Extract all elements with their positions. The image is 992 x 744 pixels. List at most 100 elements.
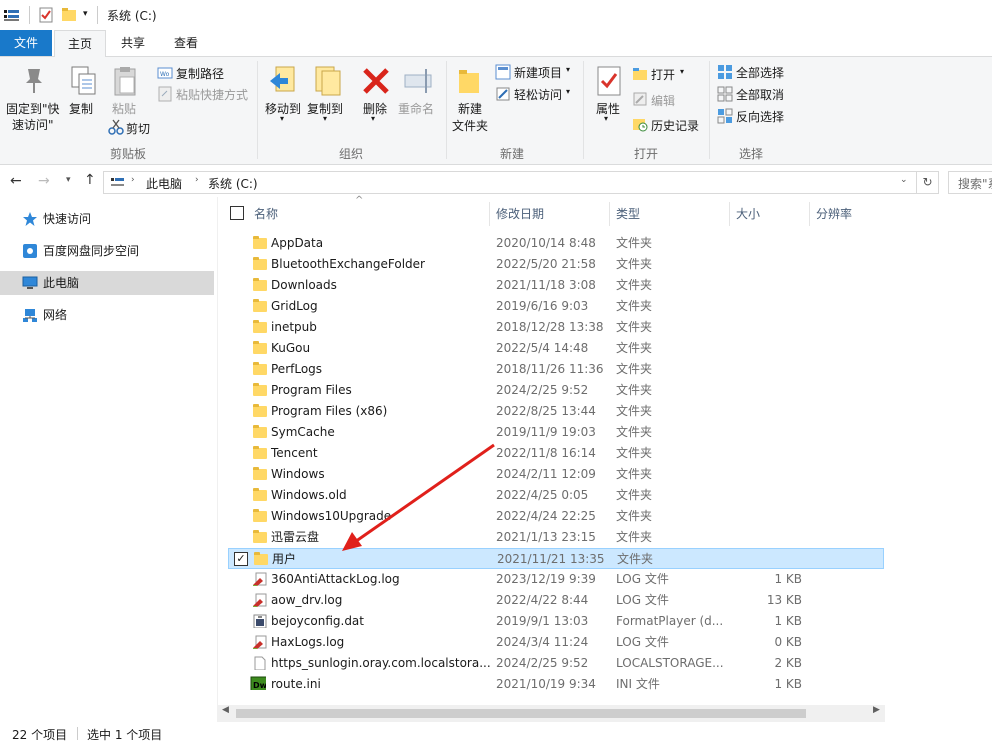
scrollbar-thumb[interactable] — [236, 709, 806, 718]
select-all-icon — [718, 65, 732, 79]
file-row[interactable]: aow_drv.log 2022/4/22 8:44 LOG 文件 13 KB — [228, 590, 884, 611]
nav-item-this-pc[interactable]: 此电脑 — [0, 271, 214, 295]
up-arrow-icon[interactable]: ↑ — [84, 172, 96, 188]
history-button[interactable]: 历史记录 — [651, 117, 699, 134]
file-row[interactable]: HaxLogs.log 2024/3/4 11:24 LOG 文件 0 KB — [228, 632, 884, 653]
select-all-checkbox[interactable] — [230, 206, 244, 220]
breadcrumb-this-pc[interactable]: 此电脑 — [146, 175, 182, 192]
pin-quick-access-button[interactable]: 固定到"快 — [6, 100, 60, 117]
file-row[interactable]: AppData 2020/10/14 8:48 文件夹 — [228, 233, 884, 254]
file-row[interactable]: 迅雷云盘 2021/1/13 23:15 文件夹 — [228, 527, 884, 548]
new-folder-button[interactable]: 新建 — [458, 100, 482, 117]
file-row[interactable]: PerfLogs 2018/11/26 11:36 文件夹 — [228, 359, 884, 380]
column-header-size[interactable]: 大小 — [736, 200, 760, 228]
file-row[interactable]: bejoyconfig.dat 2019/9/1 13:03 FormatPlaye… — [228, 611, 884, 632]
file-row[interactable]: https_sunlogin.oray.com.localstora... 202… — [228, 653, 884, 674]
tab-share[interactable]: 共享 — [110, 30, 156, 56]
file-row[interactable]: SymCache 2019/11/9 19:03 文件夹 — [228, 422, 884, 443]
row-checkbox[interactable]: ✓ — [234, 552, 248, 566]
edit-icon — [633, 92, 647, 106]
pane-divider[interactable] — [217, 197, 218, 722]
file-row[interactable]: Windows.old 2022/4/25 0:05 文件夹 — [228, 485, 884, 506]
column-separator[interactable] — [609, 202, 610, 226]
nav-item-baidu-sync[interactable]: 百度网盘同步空间 — [0, 239, 214, 263]
forward-arrow-icon[interactable]: → — [38, 173, 50, 189]
column-header-name[interactable]: 名称 — [254, 200, 278, 228]
file-row[interactable]: Windows 2024/2/11 12:09 文件夹 — [228, 464, 884, 485]
nav-item-quick-access[interactable]: 快速访问 — [0, 207, 214, 231]
new-item-dropdown-icon[interactable]: ▾ — [566, 65, 570, 74]
delete-dropdown-icon[interactable]: ▾ — [371, 114, 375, 123]
tab-home[interactable]: 主页 — [54, 30, 106, 57]
column-header-resolution[interactable]: 分辨率 — [816, 200, 852, 228]
column-separator[interactable] — [809, 202, 810, 226]
paste-shortcut-button[interactable]: 粘贴快捷方式 — [176, 86, 248, 103]
file-type: LOG 文件 — [616, 572, 669, 586]
tab-file[interactable]: 文件 — [0, 30, 52, 56]
file-name: 迅雷云盘 — [271, 530, 320, 544]
properties-quick-icon[interactable] — [39, 7, 53, 23]
file-row[interactable]: ✓ 用户 2021/11/21 13:35 文件夹 — [228, 548, 884, 569]
easy-access-dropdown-icon[interactable]: ▾ — [566, 87, 570, 96]
rename-icon — [404, 69, 432, 93]
file-row[interactable]: GridLog 2019/6/16 9:03 文件夹 — [228, 296, 884, 317]
search-input[interactable]: 搜索"系 — [948, 171, 992, 194]
nav-item-network[interactable]: 网络 — [0, 303, 214, 327]
file-row[interactable]: Tencent 2022/11/8 16:14 文件夹 — [228, 443, 884, 464]
rename-button[interactable]: 重命名 — [398, 100, 434, 117]
properties-dropdown-icon[interactable]: ▾ — [604, 114, 608, 123]
copy-to-dropdown-icon[interactable]: ▾ — [323, 114, 327, 123]
group-label-organize: 组织 — [338, 147, 363, 161]
new-item-button[interactable]: 新建项目 — [514, 64, 562, 81]
scroll-right-icon[interactable]: ▶ — [873, 705, 880, 715]
scroll-left-icon[interactable]: ◀ — [222, 705, 229, 715]
open-dropdown-icon[interactable]: ▾ — [680, 67, 684, 76]
cut-button[interactable]: 剪切 — [126, 120, 150, 137]
recent-locations-icon[interactable]: ▾ — [66, 175, 71, 185]
horizontal-scrollbar[interactable]: ◀ ▶ — [218, 705, 885, 722]
copy-button[interactable]: 复制 — [69, 100, 93, 117]
address-dropdown-icon[interactable]: ⌄ — [900, 175, 908, 185]
tab-view[interactable]: 查看 — [163, 30, 209, 56]
edit-button[interactable]: 编辑 — [651, 92, 675, 109]
explorer-app-icon[interactable] — [4, 8, 20, 22]
breadcrumb-chevron-icon[interactable]: › — [195, 175, 199, 185]
quick-access-dropdown-icon[interactable]: ▾ — [83, 9, 88, 19]
file-row[interactable]: Program Files (x86) 2022/8/25 13:44 文件夹 — [228, 401, 884, 422]
file-row[interactable]: 360AntiAttackLog.log 2023/12/19 9:39 LOG 文… — [228, 569, 884, 590]
invert-selection-button[interactable]: 反向选择 — [736, 108, 784, 125]
refresh-icon[interactable]: ↻ — [916, 171, 939, 194]
file-row[interactable]: Windows10Upgrade 2022/4/24 22:25 文件夹 — [228, 506, 884, 527]
file-row[interactable]: BluetoothExchangeFolder 2022/5/20 21:58 文件… — [228, 254, 884, 275]
address-box[interactable]: › 此电脑 › 系统 (C:) ⌄ — [103, 171, 917, 194]
column-separator[interactable] — [489, 202, 490, 226]
file-name: https_sunlogin.oray.com.localstora... — [271, 656, 491, 670]
column-header-date[interactable]: 修改日期 — [496, 200, 544, 228]
file-name: SymCache — [271, 425, 335, 439]
paste-button[interactable]: 粘贴 — [112, 100, 136, 117]
file-row[interactable]: Downloads 2021/11/18 3:08 文件夹 — [228, 275, 884, 296]
file-row[interactable]: inetpub 2018/12/28 13:38 文件夹 — [228, 317, 884, 338]
column-separator[interactable] — [729, 202, 730, 226]
file-row[interactable]: Program Files 2024/2/25 9:52 文件夹 — [228, 380, 884, 401]
back-arrow-icon[interactable]: ← — [10, 173, 22, 189]
file-row[interactable]: KuGou 2022/5/4 14:48 文件夹 — [228, 338, 884, 359]
breadcrumb-chevron-icon[interactable]: › — [131, 175, 135, 185]
new-item-icon — [495, 64, 511, 80]
open-button[interactable]: 打开 — [651, 66, 675, 83]
file-row[interactable]: Dw route.ini 2021/10/19 9:34 INI 文件 1 KB — [228, 674, 884, 695]
file-type: FormatPlayer (d... — [616, 614, 724, 628]
column-header-type[interactable]: 类型 — [616, 200, 640, 228]
move-to-dropdown-icon[interactable]: ▾ — [280, 114, 284, 123]
file-date: 2024/3/4 11:24 — [496, 635, 589, 649]
copy-path-button[interactable]: 复制路径 — [176, 65, 224, 82]
select-all-button[interactable]: 全部选择 — [736, 64, 784, 81]
select-none-button[interactable]: 全部取消 — [736, 86, 784, 103]
new-folder-quick-icon[interactable] — [61, 7, 77, 22]
properties-icon — [597, 66, 621, 96]
baidu-netdisk-icon — [23, 244, 37, 258]
move-to-icon — [270, 66, 295, 92]
folder-icon — [253, 425, 267, 438]
easy-access-button[interactable]: 轻松访问 — [514, 86, 562, 103]
breadcrumb-drive-c[interactable]: 系统 (C:) — [208, 175, 258, 192]
